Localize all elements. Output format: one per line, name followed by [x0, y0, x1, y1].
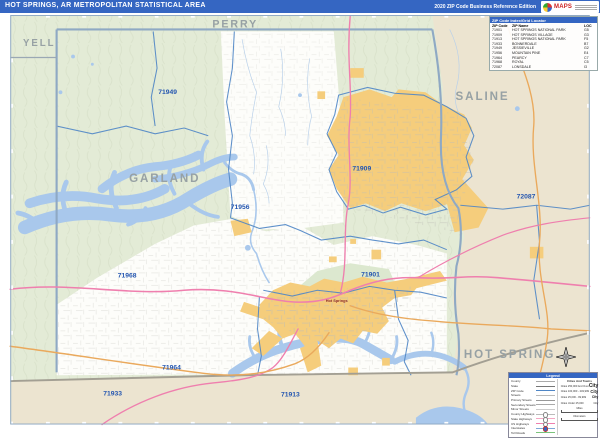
city-label-hot-springs: Hot Springs: [326, 299, 348, 303]
county-label-saline: SALINE: [456, 91, 510, 103]
county-highway-sample: [535, 412, 555, 418]
county-label-hot-spring: HOT SPRING: [464, 349, 555, 361]
state-highway-sample: [535, 416, 555, 423]
zip-label-71913: 71913: [281, 392, 300, 399]
county-label-garland: GARLAND: [129, 173, 200, 185]
zip-label-71956: 71956: [231, 204, 250, 211]
primary-streets-line-sample: [535, 399, 555, 401]
publisher-logo: MAPS: [541, 1, 599, 13]
interstate-sample: [535, 426, 555, 432]
us-highway-sample: [535, 421, 555, 428]
county-line-sample: [535, 380, 555, 382]
zip-code-wall-map: { "header": { "title": "HOT SPRINGS, AR …: [0, 0, 600, 439]
miles-scale-bar: [560, 410, 599, 414]
zip-label-71901: 71901: [361, 272, 380, 279]
minor-streets-line-sample: [535, 408, 555, 410]
zip-label-71964: 71964: [162, 364, 181, 371]
zip-index-table[interactable]: ZIP Code Index/Grid Locator ZIP Code ZIP…: [489, 16, 598, 71]
county-label-yell: YELL: [23, 38, 55, 49]
city-class: Cities Under 25,000 City: [560, 401, 599, 406]
streets-line-sample: [535, 394, 555, 396]
zip-label-71949: 71949: [158, 89, 177, 96]
zip-label-71968: 71968: [118, 273, 137, 280]
km-scale-bar: [560, 417, 599, 421]
map-legend[interactable]: Legend County State ZIP Code Streets Pri…: [508, 372, 599, 438]
zip-line-sample: [535, 390, 555, 392]
map-title: HOT SPRINGS, AR METROPOLITAN STATISTICAL…: [5, 2, 206, 9]
edition-label: 2020 ZIP Code Business Reference Edition: [434, 3, 536, 10]
title-bar: HOT SPRINGS, AR METROPOLITAN STATISTICAL…: [0, 0, 600, 13]
secondary-streets-line-sample: [535, 404, 555, 406]
county-label-perry: PERRY: [212, 19, 258, 31]
logo-brand-text: MAPS: [554, 4, 573, 10]
globe-logo-icon: [543, 2, 552, 12]
logo-fine-print: [575, 4, 597, 11]
zip-label-71933: 71933: [103, 391, 122, 398]
compass-rose-icon: [555, 346, 577, 372]
zip-label-71909: 71909: [352, 165, 371, 172]
toll-road-sample: [535, 432, 555, 434]
index-row: 72087: [492, 64, 502, 69]
zip-label-72087: 72087: [517, 194, 536, 201]
legend-item: Toll Roads: [511, 431, 555, 436]
state-line-sample: [535, 385, 555, 387]
